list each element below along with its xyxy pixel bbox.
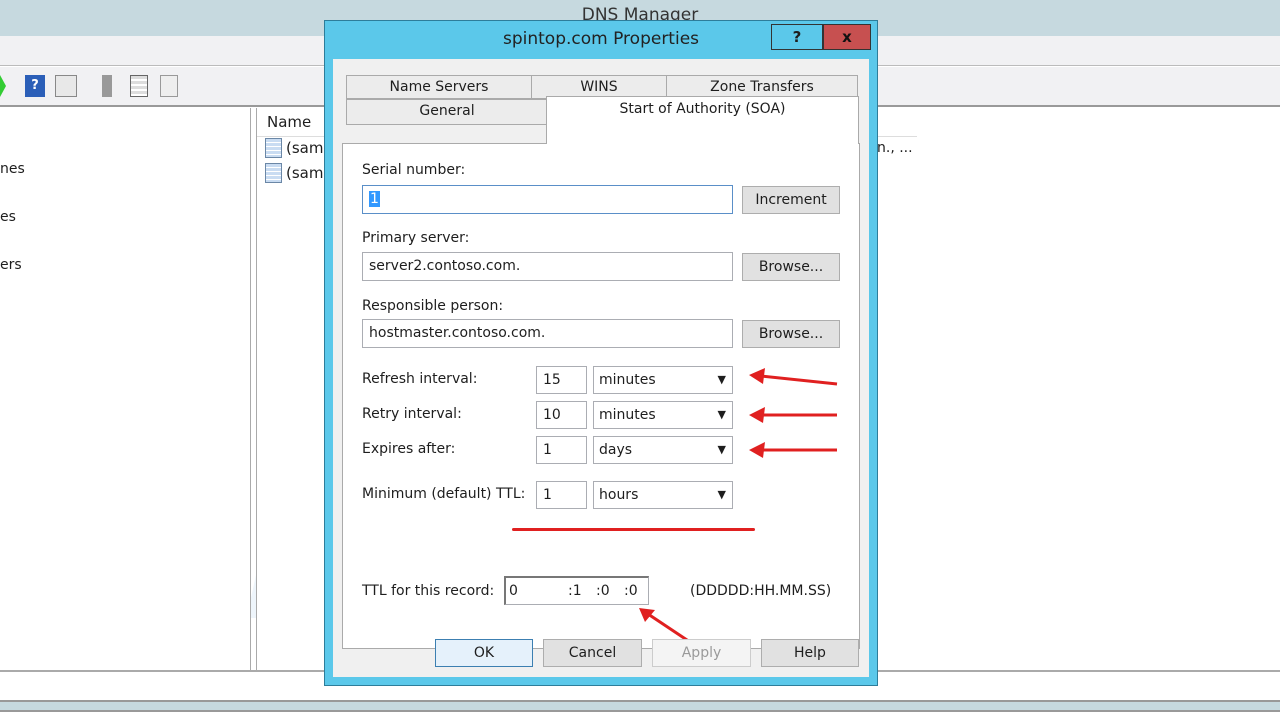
interval-label: Refresh interval: [362, 371, 478, 387]
record-icon [265, 163, 282, 183]
column-header-name[interactable]: Name [267, 113, 311, 131]
ttl-input[interactable]: 0 :1 :0 :0 [504, 576, 649, 605]
ttl-seconds[interactable]: :0 [624, 578, 638, 605]
interval-unit-select[interactable]: minutes ▼ [593, 366, 733, 394]
list-item[interactable]: (sam [265, 163, 323, 183]
responsible-person-input[interactable]: hostmaster.contoso.com. [362, 319, 733, 348]
taskbar-strip [0, 700, 1280, 712]
interval-value-input[interactable]: 1 [536, 481, 587, 509]
help-button[interactable]: ? [771, 24, 823, 50]
interval-unit-value: days [599, 442, 633, 458]
interval-label: Retry interval: [362, 406, 462, 422]
ttl-label: TTL for this record: [362, 583, 495, 599]
increment-button[interactable]: Increment [742, 186, 840, 214]
serial-input[interactable]: 1 [362, 185, 733, 214]
primary-server-label: Primary server: [362, 230, 470, 246]
interval-value-input[interactable]: 1 [536, 436, 587, 464]
chevron-down-icon: ▼ [717, 488, 726, 501]
interval-label: Expires after: [362, 441, 456, 457]
copy-icon[interactable] [160, 75, 178, 97]
dialog-body: Name Servers WINS Zone Transfers General… [333, 59, 869, 677]
primary-server-input[interactable]: server2.contoso.com. [362, 252, 733, 281]
tree-pane: nes es ers [0, 108, 251, 670]
ttl-minutes[interactable]: :0 [596, 578, 610, 605]
list-item-label: (sam [286, 139, 324, 157]
browse-responsible-button[interactable]: Browse... [742, 320, 840, 348]
list-item-label: (sam [286, 164, 324, 182]
chevron-down-icon: ▼ [717, 408, 726, 421]
close-button[interactable]: x [823, 24, 871, 50]
responsible-person-label: Responsible person: [362, 298, 504, 314]
tree-item[interactable]: es [0, 209, 16, 225]
help-dialog-button[interactable]: Help [761, 639, 859, 667]
interval-unit-value: minutes [599, 407, 656, 423]
record-icon[interactable] [130, 75, 148, 97]
browse-primary-button[interactable]: Browse... [742, 253, 840, 281]
apply-button[interactable]: Apply [652, 639, 751, 667]
interval-unit-select[interactable]: minutes ▼ [593, 401, 733, 429]
help-icon[interactable]: ? [25, 75, 45, 97]
chevron-down-icon: ▼ [717, 373, 726, 386]
interval-unit-value: hours [599, 487, 639, 503]
annotation-arrow [749, 407, 837, 423]
interval-unit-value: minutes [599, 372, 656, 388]
interval-value-input[interactable]: 15 [536, 366, 587, 394]
serial-value: 1 [369, 191, 380, 207]
properties-dialog: spintop.com Properties ? x Name Servers … [324, 20, 878, 686]
tab-general[interactable]: General [346, 99, 548, 125]
ttl-days[interactable]: 0 [509, 583, 518, 599]
chevron-down-icon: ▼ [717, 443, 726, 456]
ok-button[interactable]: OK [435, 639, 533, 667]
tree-item[interactable]: ers [0, 257, 22, 273]
ttl-hours[interactable]: :1 [568, 578, 582, 605]
cancel-button[interactable]: Cancel [543, 639, 642, 667]
server-icon[interactable] [102, 75, 112, 97]
annotation-underline [512, 528, 755, 531]
tree-item[interactable]: nes [0, 161, 25, 177]
tab-start-of-authority[interactable]: Start of Authority (SOA) [546, 96, 859, 144]
list-item[interactable]: (sam [265, 138, 323, 158]
interval-unit-select[interactable]: days ▼ [593, 436, 733, 464]
record-icon [265, 138, 282, 158]
soa-panel: Serial number: 1 Increment Primary serve… [342, 143, 860, 649]
tab-name-servers[interactable]: Name Servers [346, 75, 532, 99]
forward-icon[interactable] [0, 75, 6, 97]
ttl-format-hint: (DDDDD:HH.MM.SS) [690, 583, 832, 599]
annotation-arrow [749, 368, 838, 386]
console-icon[interactable] [55, 75, 77, 97]
annotation-arrow [749, 442, 837, 458]
interval-unit-select[interactable]: hours ▼ [593, 481, 733, 509]
serial-label: Serial number: [362, 162, 466, 178]
interval-label: Minimum (default) TTL: [362, 486, 526, 502]
interval-value-input[interactable]: 10 [536, 401, 587, 429]
list-cell: n., ... [877, 140, 913, 156]
